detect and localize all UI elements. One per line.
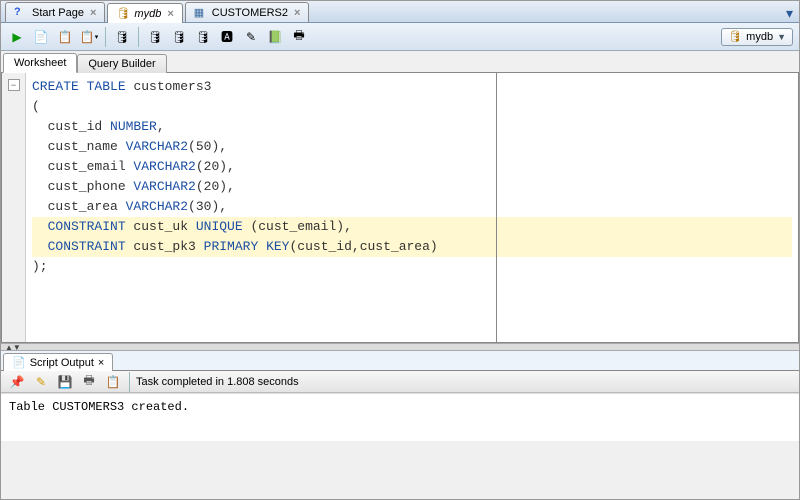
sql-keyword: KEY [258, 239, 289, 254]
worksheet-tabbar: Worksheet Query Builder [1, 51, 799, 73]
sql-toolbar: ▶ 📄 📋 📋▾ 🛢 🛢 🛢 🛢 🅰 ✎ 📗 🖶 🛢 mydb ▼ [1, 23, 799, 51]
sql-text: (cust_email), [243, 219, 352, 234]
sql-keyword: CONSTRAINT [32, 219, 126, 234]
sql-ident: cust_name [32, 139, 126, 154]
sql-keyword: VARCHAR2 [133, 159, 195, 174]
output-message: Table CUSTOMERS3 created. [9, 400, 791, 414]
document-tabbar: ? Start Page × 🛢 mydb × ▦ CUSTOMERS2 × ▾ [1, 1, 799, 23]
tab-mydb[interactable]: 🛢 mydb × [107, 3, 182, 23]
sql-ident: cust_email [32, 159, 133, 174]
close-icon[interactable]: × [98, 357, 104, 369]
explain-plan-button[interactable]: 📋 [55, 27, 75, 47]
sql-keyword: CONSTRAINT [32, 239, 126, 254]
tab-worksheet[interactable]: Worksheet [3, 53, 77, 73]
tab-query-builder[interactable]: Query Builder [77, 54, 166, 73]
sql-keyword: VARCHAR2 [126, 139, 188, 154]
tab-label: mydb [134, 8, 161, 20]
editor-gutter: − [2, 73, 26, 342]
sql-paren: ( [32, 99, 40, 114]
output-body: Table CUSTOMERS3 created. [1, 393, 799, 441]
sql-ident: cust_area [32, 199, 126, 214]
sql-history-button[interactable]: 🛢 [193, 27, 213, 47]
fold-toggle-icon[interactable]: − [8, 79, 20, 91]
table-icon: ▦ [194, 6, 208, 20]
sql-recall-button[interactable]: 📗 [265, 27, 285, 47]
script-output-icon: 📄 [12, 356, 26, 369]
output-tab-label: Script Output [30, 357, 94, 369]
separator [138, 27, 139, 47]
sql-ident: cust_pk3 [126, 239, 196, 254]
to-upper-button[interactable]: 🅰 [217, 27, 237, 47]
sql-text: (50), [188, 139, 227, 154]
separator [105, 27, 106, 47]
separator [129, 372, 130, 392]
clear-button[interactable]: ✎ [241, 27, 261, 47]
output-status-text: Task completed in 1.808 seconds [136, 376, 299, 388]
autotrace-button[interactable]: 📋▾ [79, 27, 99, 47]
tab-start-page[interactable]: ? Start Page × [5, 2, 105, 22]
sql-ident: cust_id [32, 119, 110, 134]
sql-ident: customers3 [126, 79, 212, 94]
sql-text: , [157, 119, 165, 134]
save-output-button[interactable]: 💾 [55, 372, 75, 392]
rollback-button[interactable]: 🛢 [145, 27, 165, 47]
horizontal-splitter[interactable]: ▲▼ [1, 343, 799, 351]
run-script-button[interactable]: 📄 [31, 27, 51, 47]
chevron-down-icon: ▼ [777, 32, 786, 42]
tab-label: CUSTOMERS2 [212, 7, 288, 19]
tab-script-output[interactable]: 📄 Script Output × [3, 353, 113, 371]
buffer-size-button[interactable]: 📋 [103, 372, 123, 392]
close-icon[interactable]: × [90, 7, 96, 19]
close-icon[interactable]: × [294, 7, 300, 19]
sql-keyword: PRIMARY [196, 239, 258, 254]
sql-keyword: NUMBER [110, 119, 157, 134]
commit-button[interactable]: 🛢 [112, 27, 132, 47]
sql-keyword: VARCHAR2 [133, 179, 195, 194]
dbms-output-button[interactable]: 🖶 [289, 27, 309, 47]
minimize-icon[interactable]: ▾ [786, 5, 793, 22]
tab-customers2[interactable]: ▦ CUSTOMERS2 × [185, 2, 310, 22]
run-statement-button[interactable]: ▶ [7, 27, 27, 47]
sql-keyword: VARCHAR2 [126, 199, 188, 214]
sql-editor-area: − CREATE TABLE customers3 ( cust_id NUMB… [1, 73, 799, 343]
pin-button[interactable]: 📌 [7, 372, 27, 392]
sql-text: (30), [188, 199, 227, 214]
sql-text: ); [32, 259, 48, 274]
sql-keyword: CREATE [32, 79, 79, 94]
close-icon[interactable]: × [167, 8, 173, 20]
clear-output-button[interactable]: ✎ [31, 372, 51, 392]
sql-keyword: UNIQUE [196, 219, 243, 234]
help-icon: ? [14, 6, 28, 20]
database-icon: 🛢 [116, 7, 130, 21]
connection-name: mydb [746, 31, 773, 43]
print-output-button[interactable]: 🖶 [79, 372, 99, 392]
sql-ident: cust_uk [126, 219, 196, 234]
sql-keyword: TABLE [87, 79, 126, 94]
output-tabbar: 📄 Script Output × [1, 351, 799, 371]
sql-ident: cust_phone [32, 179, 133, 194]
sql-text: (20), [196, 179, 235, 194]
tab-label: Start Page [32, 7, 84, 19]
connection-dropdown[interactable]: 🛢 mydb ▼ [721, 28, 793, 46]
unshared-button[interactable]: 🛢 [169, 27, 189, 47]
sql-editor[interactable]: CREATE TABLE customers3 ( cust_id NUMBER… [26, 73, 798, 342]
sql-text: (20), [196, 159, 235, 174]
sql-text: (cust_id,cust_area) [289, 239, 437, 254]
database-icon: 🛢 [728, 30, 742, 44]
output-toolbar: 📌 ✎ 💾 🖶 📋 Task completed in 1.808 second… [1, 371, 799, 393]
editor-split-line[interactable] [496, 73, 497, 342]
